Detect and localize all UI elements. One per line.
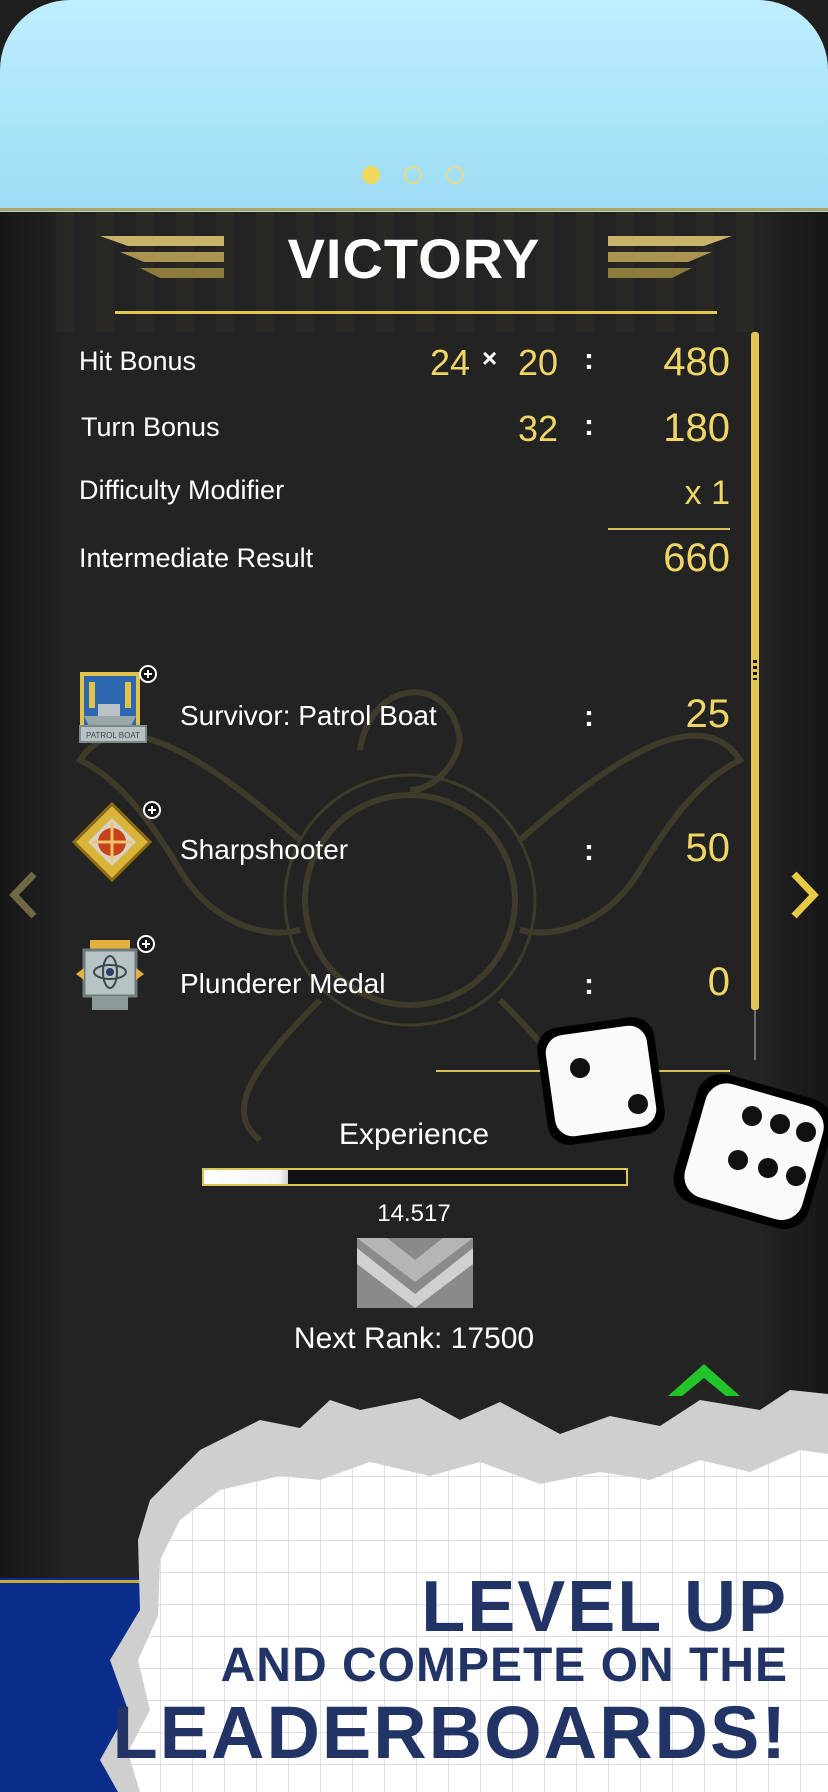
difficulty-label: Difficulty Modifier <box>79 475 285 505</box>
medal-colon-plunderer: : <box>584 968 594 1001</box>
scrollbar-track <box>754 1010 756 1060</box>
previous-page-arrow-icon[interactable] <box>8 870 38 920</box>
sharpshooter-medal-icon[interactable] <box>70 800 162 892</box>
medal-points-plunderer: 0 <box>707 960 730 1004</box>
title-wing-right-icon <box>608 236 732 278</box>
hit-bonus-total: 480 <box>663 340 730 384</box>
next-page-arrow-icon[interactable] <box>790 870 820 920</box>
turn-bonus-label: Turn Bonus <box>81 412 220 442</box>
scrollbar-grip-icon[interactable] <box>753 660 757 680</box>
hit-bonus-label: Hit Bonus <box>79 346 197 376</box>
page-dot-3[interactable] <box>446 166 464 184</box>
medal-colon-survivor: : <box>584 700 594 733</box>
difficulty-value: x 1 <box>684 474 730 512</box>
intermediate-value: 660 <box>663 536 730 580</box>
next-rank-label: Next Rank: 17500 <box>293 1322 535 1355</box>
medal-name-survivor: Survivor: Patrol Boat <box>180 700 437 731</box>
medal-points-survivor: 25 <box>685 692 731 736</box>
hit-multiplier: 20 <box>518 342 559 383</box>
experience-progress-fill <box>204 1170 289 1184</box>
medal-colon-sharpshooter: : <box>584 834 594 867</box>
times-sign: × <box>482 343 498 373</box>
medal-points-sharpshooter: 50 <box>685 826 731 870</box>
patrol-boat-medal-icon[interactable]: PATROL BOAT <box>76 664 162 750</box>
rank-chevron-icon <box>357 1238 473 1308</box>
patrol-boat-medal-caption: PATROL BOAT <box>86 731 140 740</box>
subtotal-rule <box>608 528 730 530</box>
die-six-icon <box>673 1073 828 1229</box>
promo-headline-line3: LEADERBOARDS! <box>112 1691 788 1774</box>
intermediate-label: Intermediate Result <box>79 543 314 573</box>
app-screen: VICTORY Hit Bonus 24 × 20 : 480 Turn Bon… <box>0 0 828 1792</box>
medal-name-sharpshooter: Sharpshooter <box>180 834 349 865</box>
title-divider <box>115 311 717 314</box>
hit-count: 24 <box>430 342 471 383</box>
turn-bonus-total: 180 <box>663 406 730 450</box>
promo-headline-line2: AND COMPETE ON THE <box>220 1639 788 1692</box>
promo-headline-line1: LEVEL UP <box>421 1567 788 1647</box>
turn-count: 32 <box>518 408 559 449</box>
page-indicator <box>362 166 464 184</box>
page-dot-1[interactable] <box>362 166 380 184</box>
experience-progress-bar <box>202 1168 628 1186</box>
die-two-icon <box>537 1017 665 1145</box>
medal-name-plunderer: Plunderer Medal <box>180 968 386 999</box>
page-dot-2[interactable] <box>404 166 422 184</box>
panel-top-border <box>0 208 828 211</box>
hit-bonus-colon: : <box>584 343 594 376</box>
turn-bonus-colon: : <box>584 409 594 442</box>
plunderer-medal-icon[interactable] <box>72 934 162 1024</box>
